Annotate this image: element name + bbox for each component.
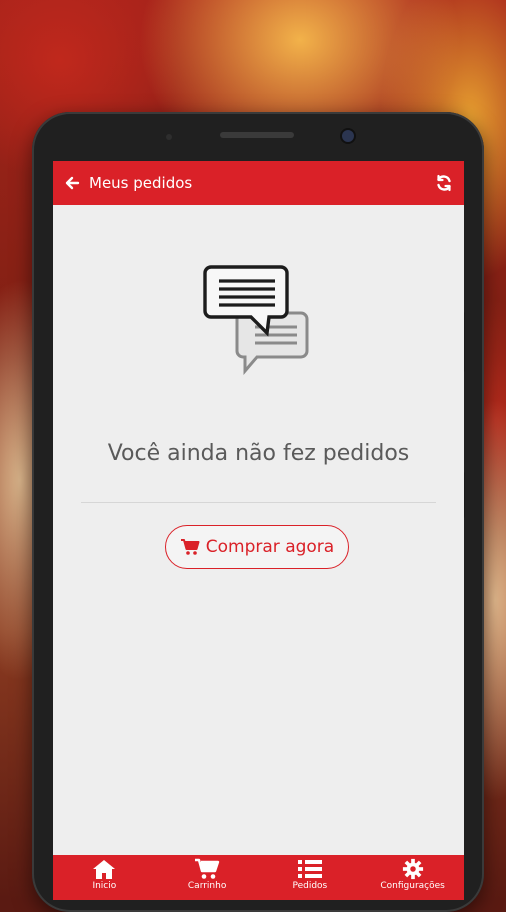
nav-label-inicio: Inicio (92, 881, 117, 891)
cart-icon (195, 858, 220, 879)
app-screen: Meus pedidos Você ainda não fez pedidos … (53, 161, 464, 900)
nav-item-pedidos[interactable]: Pedidos (259, 855, 362, 900)
back-button[interactable] (61, 172, 83, 194)
refresh-button[interactable] (432, 171, 456, 195)
refresh-icon (437, 174, 451, 192)
chat-bubbles-icon (203, 265, 309, 375)
buy-now-label: Comprar agora (205, 537, 335, 557)
arrow-left-icon (65, 176, 80, 190)
nav-label-pedidos: Pedidos (292, 881, 328, 891)
app-bar: Meus pedidos (53, 161, 464, 205)
phone-sensor (166, 134, 172, 140)
page-title: Meus pedidos (89, 174, 193, 192)
divider (81, 502, 436, 503)
nav-item-configuracoes[interactable]: Configurações (361, 855, 464, 900)
list-icon (297, 860, 322, 878)
empty-orders-message: Você ainda não fez pedidos (107, 441, 410, 466)
nav-label-configuracoes: Configurações (380, 881, 445, 891)
buy-now-button[interactable]: Comprar agora (165, 525, 349, 569)
nav-item-carrinho[interactable]: Carrinho (156, 855, 259, 900)
phone-camera (342, 130, 354, 142)
nav-item-inicio[interactable]: Inicio (53, 855, 156, 900)
phone-speaker (220, 132, 294, 138)
gear-icon (402, 858, 423, 880)
orders-content: Você ainda não fez pedidos Comprar agora (53, 205, 464, 855)
bottom-navigation: Inicio Carrinho Pedidos Configurações (53, 855, 464, 900)
home-icon (93, 860, 116, 879)
cart-icon (180, 539, 200, 555)
nav-label-carrinho: Carrinho (187, 881, 227, 891)
